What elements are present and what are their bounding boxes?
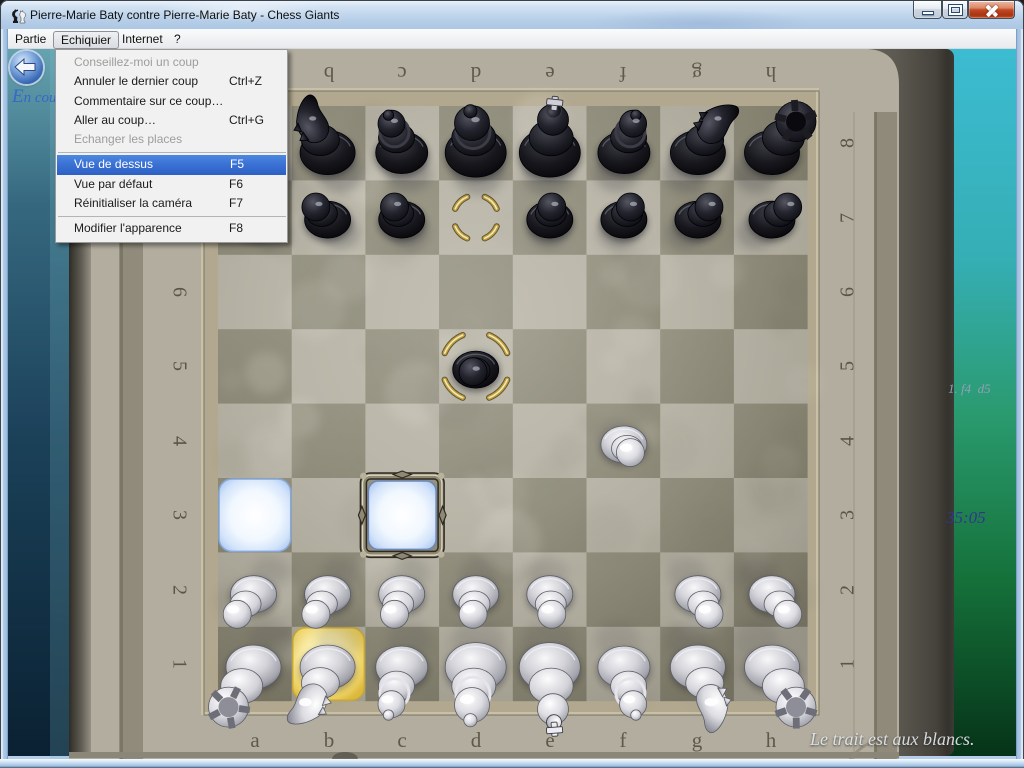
svg-text:6: 6 bbox=[837, 287, 859, 297]
svg-text:h: h bbox=[766, 728, 777, 752]
svg-text:h: h bbox=[765, 62, 776, 86]
svg-text:a: a bbox=[250, 728, 260, 752]
svg-text:1: 1 bbox=[168, 659, 190, 669]
svg-text:2: 2 bbox=[168, 585, 190, 595]
svg-text:b: b bbox=[324, 728, 335, 752]
svg-text:g: g bbox=[692, 728, 703, 752]
svg-text:c: c bbox=[397, 728, 406, 752]
svg-text:f: f bbox=[620, 728, 627, 752]
svg-text:d: d bbox=[471, 728, 482, 752]
svg-text:e: e bbox=[545, 62, 554, 86]
svg-text:3: 3 bbox=[168, 510, 190, 520]
svg-text:1: 1 bbox=[837, 659, 859, 669]
svg-text:d: d bbox=[470, 62, 481, 86]
svg-text:6: 6 bbox=[168, 287, 190, 297]
svg-text:3: 3 bbox=[837, 510, 859, 520]
svg-text:4: 4 bbox=[837, 436, 859, 446]
svg-text:2: 2 bbox=[837, 585, 859, 595]
svg-text:f: f bbox=[620, 62, 627, 86]
svg-text:8: 8 bbox=[837, 138, 859, 148]
svg-text:7: 7 bbox=[837, 213, 859, 223]
svg-text:c: c bbox=[397, 62, 406, 86]
svg-text:5: 5 bbox=[168, 361, 190, 371]
svg-text:g: g bbox=[691, 62, 702, 86]
svg-text:b: b bbox=[324, 62, 335, 86]
svg-text:4: 4 bbox=[168, 436, 190, 446]
svg-text:5: 5 bbox=[837, 361, 859, 371]
